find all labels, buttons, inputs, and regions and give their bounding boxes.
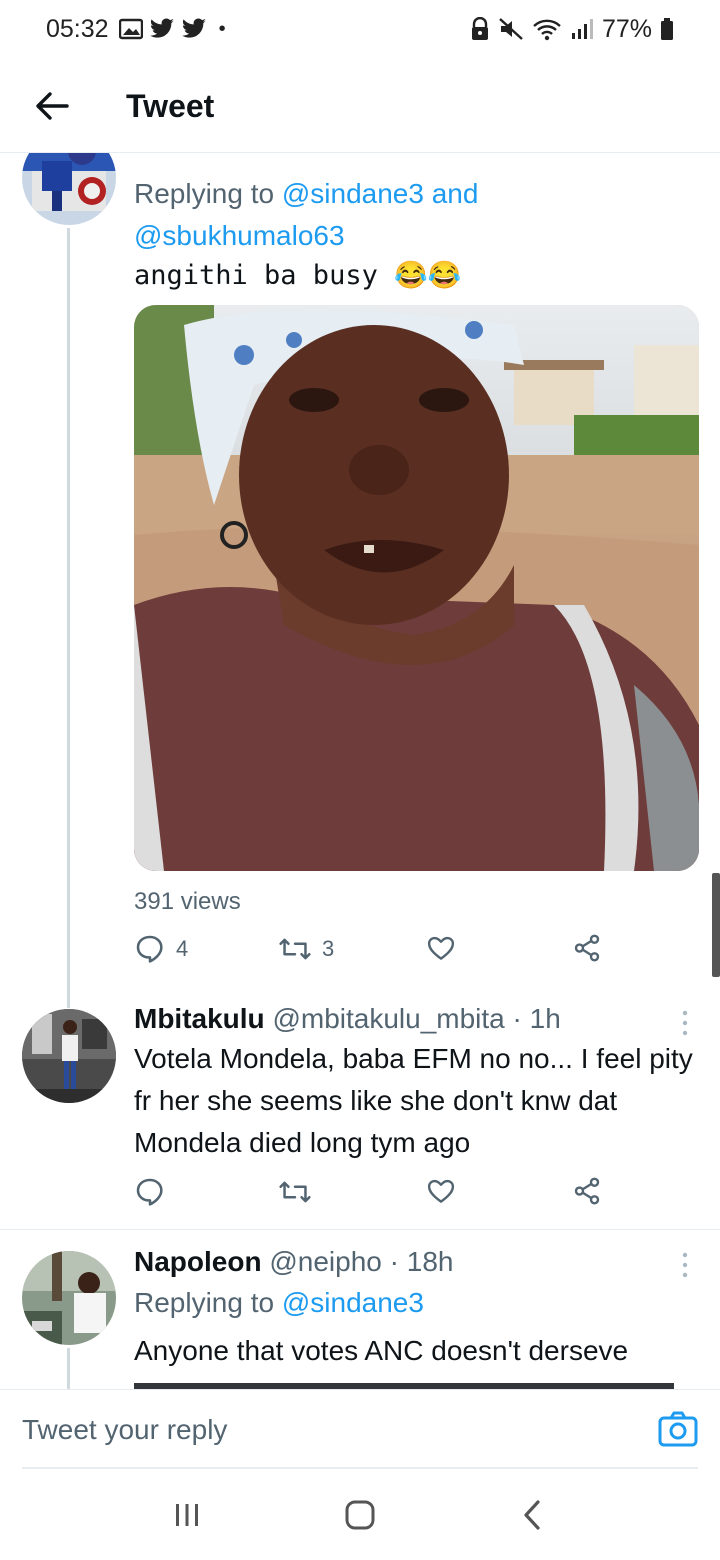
wifi-icon xyxy=(532,17,562,41)
mention-link[interactable]: @sindane3 xyxy=(282,1287,424,1318)
share-icon xyxy=(574,934,600,962)
display-name[interactable]: Napoleon xyxy=(134,1246,262,1277)
tweet-divider xyxy=(0,1229,720,1230)
thread-connector xyxy=(67,1348,70,1389)
home-button[interactable] xyxy=(330,1485,390,1545)
gallery-notification-icon xyxy=(118,18,143,40)
reply-icon xyxy=(136,935,163,963)
more-options-button[interactable] xyxy=(680,1250,690,1280)
avatar[interactable] xyxy=(22,153,116,225)
more-notifications-dot: • xyxy=(218,17,226,40)
like-button[interactable] xyxy=(426,1176,456,1206)
tweet-text: angithi ba busy 😂😂 xyxy=(134,260,462,291)
reply-count: 4 xyxy=(176,936,189,961)
lock-icon xyxy=(470,17,490,41)
retweet-button[interactable]: 3 xyxy=(278,933,334,965)
tweet-actions xyxy=(134,1176,614,1216)
mention-link[interactable]: @sbukhumalo63 xyxy=(134,220,345,251)
system-nav-bar xyxy=(0,1470,720,1560)
more-vertical-icon xyxy=(682,1252,688,1278)
separator-dot: · xyxy=(389,1246,399,1277)
camera-button[interactable] xyxy=(658,1410,698,1450)
page-title: Tweet xyxy=(126,87,215,124)
share-button[interactable] xyxy=(572,933,602,963)
thread-connector xyxy=(67,228,70,1008)
replying-to: Replying to @sindane3 xyxy=(134,1287,424,1318)
avatar[interactable] xyxy=(22,1251,116,1345)
scrollbar[interactable] xyxy=(712,873,720,977)
heart-icon xyxy=(427,936,455,960)
status-time: 05:32 xyxy=(46,14,109,43)
retweet-count: 3 xyxy=(322,936,335,961)
mention-link[interactable]: @sindane3 xyxy=(282,178,424,209)
app-header: Tweet xyxy=(0,62,720,150)
mute-icon xyxy=(498,17,524,41)
view-count: 391 views xyxy=(134,888,241,915)
heart-icon xyxy=(427,1179,455,1203)
more-options-button[interactable] xyxy=(680,1008,690,1038)
tweet-text: Votela Mondela, baba EFM no no... I feel… xyxy=(134,1043,693,1158)
share-button[interactable] xyxy=(572,1176,602,1206)
battery-percent: 77% xyxy=(601,14,652,43)
arrow-left-icon xyxy=(36,92,69,120)
camera-icon xyxy=(658,1411,698,1446)
status-bar: 05:32 • 77% xyxy=(0,0,720,58)
back-nav-button[interactable] xyxy=(503,1485,563,1545)
twitter-notification-icon xyxy=(149,18,175,40)
twitter-notification-icon-2 xyxy=(181,18,207,40)
retweet-icon xyxy=(279,938,311,960)
battery-icon xyxy=(660,17,674,41)
reply-composer[interactable]: Tweet your reply xyxy=(0,1389,720,1469)
tweet-text: Anyone that votes ANC doesn't derseve xyxy=(134,1335,629,1366)
display-name[interactable]: Mbitakulu xyxy=(134,1003,265,1034)
home-icon xyxy=(345,1500,375,1530)
reply-input[interactable]: Tweet your reply xyxy=(22,1414,227,1446)
reply-icon xyxy=(136,1178,163,1206)
more-vertical-icon xyxy=(682,1010,688,1036)
like-button[interactable] xyxy=(426,933,456,963)
truncated-name-line xyxy=(134,153,664,161)
avatar[interactable] xyxy=(22,1009,116,1103)
mention-and: and xyxy=(431,178,479,209)
reply-button[interactable]: 4 xyxy=(134,933,188,965)
retweet-button[interactable] xyxy=(278,1176,312,1208)
tweet-thread: Replying to @sindane3 and @sbukhumalo63 … xyxy=(0,153,720,1389)
chevron-left-icon xyxy=(524,1500,540,1530)
signal-icon xyxy=(570,17,594,41)
recent-apps-button[interactable] xyxy=(157,1485,217,1545)
retweet-icon xyxy=(279,1181,311,1203)
tweet-actions: 4 3 xyxy=(134,933,614,973)
tweet-time[interactable]: 18h xyxy=(407,1246,454,1277)
back-button[interactable] xyxy=(32,86,72,126)
replying-to: Replying to @sindane3 and @sbukhumalo63 xyxy=(134,178,479,251)
user-handle[interactable]: @neipho xyxy=(269,1246,382,1277)
separator-dot: · xyxy=(512,1003,522,1034)
share-icon xyxy=(574,1177,600,1205)
user-handle[interactable]: @mbitakulu_mbita xyxy=(272,1003,504,1034)
tweet-header: Mbitakulu @mbitakulu_mbita · 1h xyxy=(134,1003,561,1035)
recent-apps-icon xyxy=(175,1504,198,1526)
reply-button[interactable] xyxy=(134,1176,166,1208)
tweet-header: Napoleon @neipho · 18h xyxy=(134,1246,453,1278)
reply-underline xyxy=(22,1467,698,1469)
video-thumbnail[interactable] xyxy=(134,305,699,871)
tweet-time[interactable]: 1h xyxy=(530,1003,561,1034)
